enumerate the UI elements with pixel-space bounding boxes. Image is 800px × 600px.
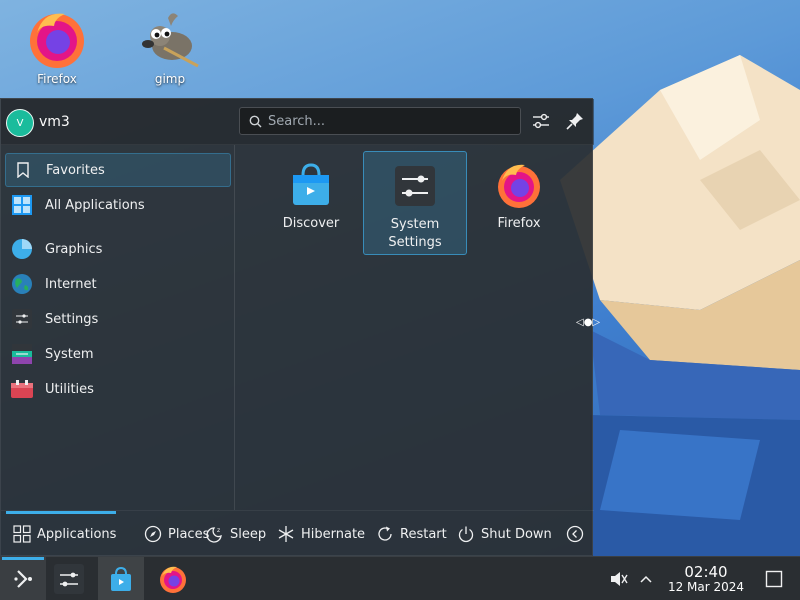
tab-applications[interactable]: Applications (13, 524, 116, 544)
app-label: Discover (282, 216, 340, 231)
restart-button[interactable]: Restart (376, 524, 447, 544)
sidebar-item-label: Utilities (45, 381, 94, 397)
sidebar-item-label: All Applications (45, 197, 145, 213)
discover-icon (293, 163, 329, 205)
tab-places-label: Places (168, 526, 210, 542)
app-label-line1: System (390, 217, 440, 232)
restart-label: Restart (400, 526, 447, 542)
hibernate-label: Hibernate (301, 526, 366, 542)
desktop-icon-label: gimp (154, 72, 186, 86)
task-discover[interactable] (98, 557, 144, 600)
gimp-icon (142, 13, 199, 68)
launcher-header: V vm3 (1, 99, 594, 145)
shutdown-button[interactable]: Shut Down (457, 524, 552, 544)
app-tile-discover[interactable]: Discover (259, 151, 363, 255)
desktop-icon-gimp[interactable]: gimp (130, 8, 210, 86)
desktop-icon-firefox[interactable]: Firefox (17, 8, 97, 86)
shutdown-label: Shut Down (481, 526, 552, 542)
volume-muted-icon[interactable] (608, 569, 628, 589)
system-icon (11, 343, 33, 365)
tab-places[interactable]: Places (144, 524, 209, 544)
sidebar-item-all-applications[interactable]: All Applications (5, 188, 231, 222)
sleep-icon: z (206, 527, 222, 543)
settings-icon (11, 308, 33, 330)
sidebar-item-label: Favorites (46, 162, 105, 178)
category-sidebar: Favorites All Applications Graphics Inte… (1, 145, 235, 510)
chevron-left-circle-icon (566, 525, 584, 543)
application-launcher-button[interactable] (0, 557, 46, 600)
sidebar-item-utilities[interactable]: Utilities (5, 372, 231, 406)
chevron-up-icon[interactable] (638, 571, 654, 587)
sidebar-item-settings[interactable]: Settings (5, 302, 231, 336)
sidebar-item-label: Internet (45, 276, 97, 292)
sidebar-item-label: System (45, 346, 94, 362)
compass-icon (144, 525, 162, 543)
hibernate-button[interactable]: Hibernate (277, 524, 365, 544)
sleep-label: Sleep (230, 526, 267, 542)
bookmark-icon (12, 159, 34, 181)
more-options-button[interactable] (566, 524, 584, 544)
applications-grid-icon (13, 525, 31, 543)
grid-icon (11, 194, 33, 216)
configure-icon[interactable] (529, 109, 553, 133)
search-box[interactable] (239, 107, 521, 135)
sidebar-item-label: Settings (45, 311, 99, 327)
app-label-line2: Settings (388, 235, 442, 250)
firefox-icon (498, 164, 540, 208)
username: vm3 (39, 114, 70, 130)
snowflake-icon (278, 526, 294, 542)
firefox-icon (160, 566, 186, 593)
discover-icon (111, 566, 131, 591)
kde-logo-icon (14, 570, 32, 588)
sidebar-item-internet[interactable]: Internet (5, 267, 231, 301)
clock-date[interactable]: 12 Mar 2024 (660, 580, 752, 594)
power-icon (458, 526, 474, 543)
search-icon (249, 115, 262, 128)
sidebar-item-favorites[interactable]: Favorites (5, 153, 231, 187)
app-tile-firefox[interactable]: Firefox (467, 151, 571, 255)
active-tab-indicator (6, 511, 116, 514)
sidebar-item-label: Graphics (45, 241, 103, 257)
sleep-button[interactable]: z Sleep (206, 524, 266, 544)
sidebar-item-graphics[interactable]: Graphics (5, 232, 231, 266)
application-launcher: V vm3 Favorites (0, 98, 594, 556)
graphics-icon (11, 238, 33, 260)
desktop-icon-label: Firefox (37, 72, 77, 86)
sidebar-item-system[interactable]: System (5, 337, 231, 371)
task-system-settings[interactable] (46, 557, 92, 600)
globe-icon (11, 273, 33, 295)
favorites-grid: Discover System Settings Firefox (236, 145, 593, 510)
avatar[interactable]: V (6, 109, 34, 137)
app-tile-system-settings[interactable]: System Settings (363, 151, 467, 255)
show-desktop-icon[interactable] (765, 570, 783, 588)
restart-icon (378, 526, 392, 541)
system-settings-icon (395, 166, 435, 206)
tab-applications-label: Applications (37, 526, 117, 542)
launcher-footer: Applications Places z Sleep Hibernate Re… (1, 510, 594, 556)
app-label: Firefox (497, 216, 541, 231)
resize-handle[interactable]: ◁●▷ (576, 317, 600, 328)
pin-icon[interactable] (563, 109, 587, 133)
svg-text:z: z (217, 527, 220, 534)
clock-time[interactable]: 02:40 (660, 563, 752, 581)
system-settings-icon (54, 564, 84, 594)
utilities-icon (11, 378, 33, 400)
firefox-icon (30, 13, 84, 68)
search-input[interactable] (268, 112, 508, 130)
task-firefox[interactable] (150, 557, 196, 600)
